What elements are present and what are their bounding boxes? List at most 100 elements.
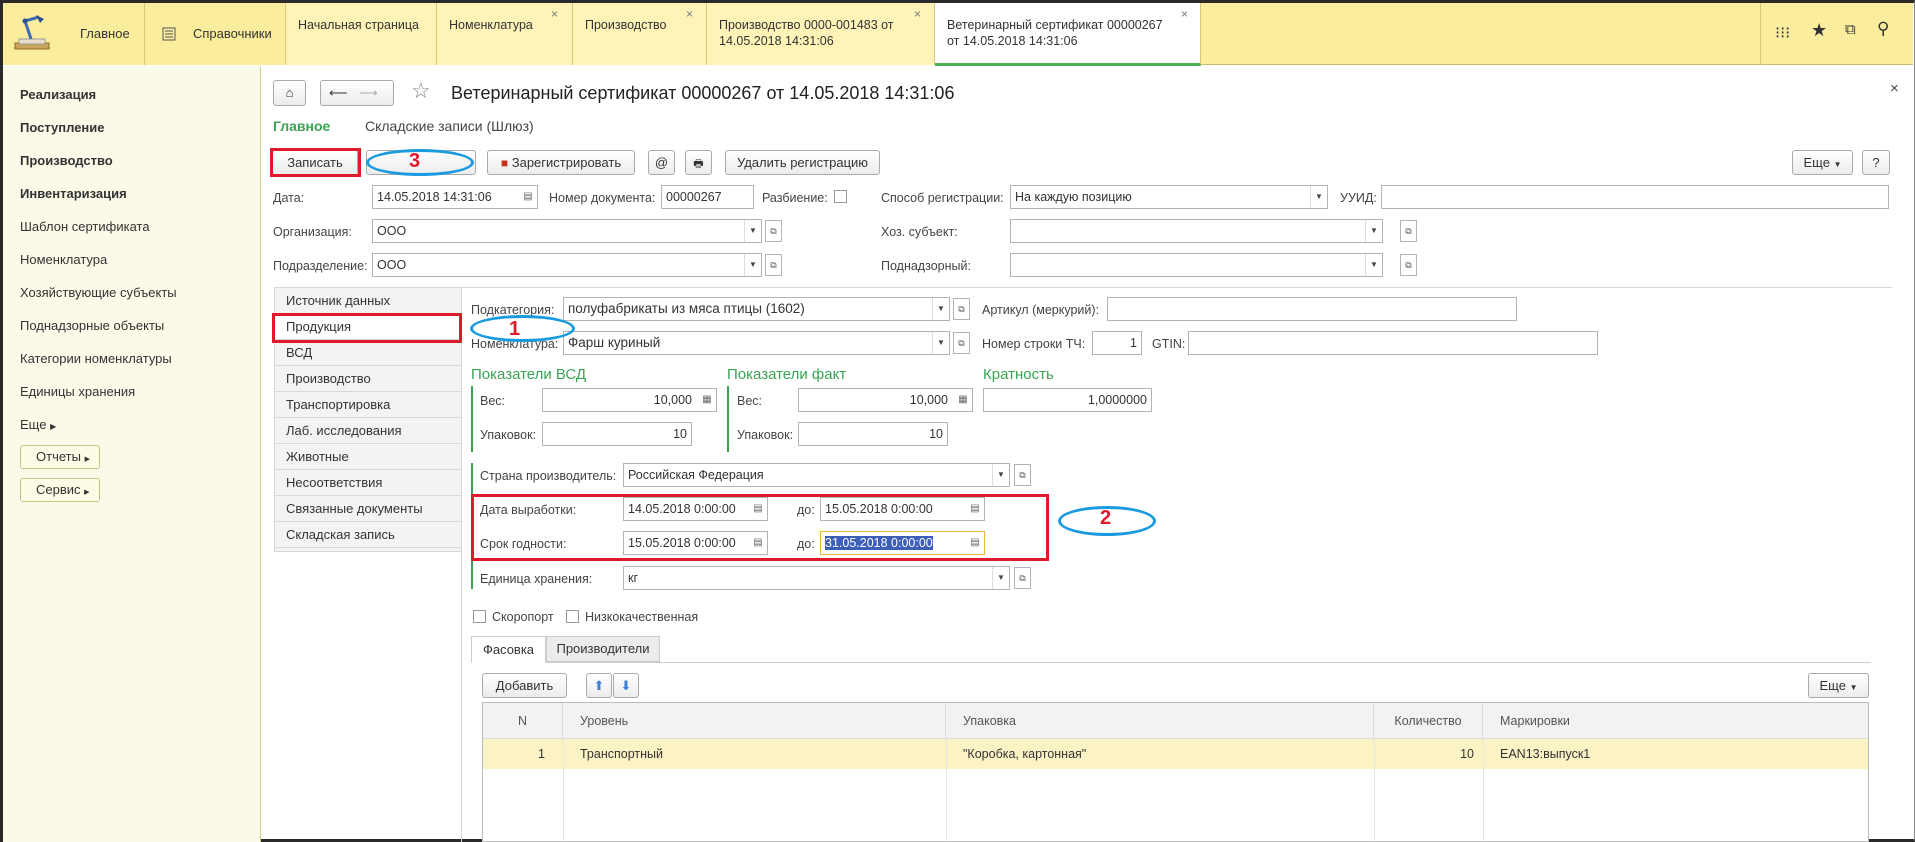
fact-packs-input[interactable]: 10 (798, 422, 948, 446)
uuid-input[interactable] (1381, 185, 1889, 209)
supervised-select[interactable]: ▼ (1010, 253, 1383, 277)
add-button[interactable]: Добавить (482, 673, 567, 698)
multiplicity-input[interactable]: 1,0000000 (983, 388, 1152, 412)
sidebar-item-sales[interactable]: Реализация (20, 87, 96, 102)
open-icon[interactable]: ⧉ (1014, 567, 1031, 589)
chevron-down-icon[interactable]: ▼ (1365, 254, 1382, 276)
open-icon[interactable]: ⧉ (1400, 254, 1417, 276)
reports-button[interactable]: Отчеты ▶ (20, 445, 100, 469)
tab-lab-tests[interactable]: Лаб. исследования (275, 418, 461, 444)
chevron-down-icon[interactable]: ▼ (1365, 220, 1382, 242)
col-n[interactable]: N (483, 703, 563, 739)
gtin-input[interactable] (1188, 331, 1598, 355)
tab-data-source[interactable]: Источник данных (275, 288, 461, 314)
nav-main-link[interactable]: Главное (273, 118, 330, 134)
section-refs[interactable]: Справочники (145, 3, 286, 65)
close-icon[interactable]: × (551, 7, 558, 21)
grid-more-button[interactable]: Еще ▼ (1808, 673, 1869, 698)
sidebar-item-more[interactable]: Еще ▶ (20, 417, 56, 432)
favorite-star-icon[interactable]: ☆ (411, 78, 431, 104)
history-icon[interactable]: ⧉ (1845, 21, 1856, 38)
open-icon[interactable]: ⧉ (765, 254, 782, 276)
tab-production-doc[interactable]: Производство 0000-001483 от 14.05.2018 1… (707, 3, 935, 65)
forward-arrow-icon[interactable]: ⟶ (359, 81, 378, 104)
vsd-weight-input[interactable]: 10,000 ▦ (542, 388, 717, 412)
unit-select[interactable]: кг ▼ (623, 566, 1010, 590)
col-pack[interactable]: Упаковка (946, 703, 1374, 739)
fact-weight-input[interactable]: 10,000 ▦ (798, 388, 973, 412)
help-button[interactable]: ? (1862, 150, 1890, 175)
docnum-input[interactable]: 00000267 (661, 185, 754, 209)
col-qty[interactable]: Количество (1374, 703, 1483, 739)
section-main[interactable]: Главное (3, 3, 145, 65)
calculator-icon[interactable]: ▦ (954, 389, 972, 411)
close-icon[interactable]: × (914, 7, 921, 21)
tab-production[interactable]: Производство × (573, 3, 707, 65)
favorites-icon[interactable]: ★ (1811, 20, 1827, 41)
tab-nonconformities[interactable]: Несоответствия (275, 470, 461, 496)
chevron-down-icon[interactable]: ▼ (932, 298, 949, 320)
open-icon[interactable]: ⧉ (1014, 464, 1031, 486)
tab-vsd[interactable]: ВСД (275, 340, 461, 366)
sidebar-item-nomenclature-categories[interactable]: Категории номенклатуры (20, 351, 172, 366)
col-level[interactable]: Уровень (563, 703, 946, 739)
sidebar-item-business-entities[interactable]: Хозяйствующие субъекты (20, 285, 177, 300)
close-icon[interactable]: × (1181, 7, 1188, 21)
sidebar-item-inventory[interactable]: Инвентаризация (20, 186, 127, 201)
table-row[interactable]: 1 Транспортный "Коробка, картонная" 10 E… (483, 739, 1868, 769)
tab-producers[interactable]: Производители (546, 636, 660, 662)
print-button[interactable]: 🖶 (685, 150, 712, 175)
email-button[interactable]: @ (648, 150, 675, 175)
tab-transport[interactable]: Транспортировка (275, 392, 461, 418)
nomenclature-select[interactable]: Фарш куриный ▼ (563, 331, 950, 355)
col-marks[interactable]: Маркировки (1483, 703, 1868, 739)
chevron-down-icon[interactable]: ▼ (1310, 186, 1327, 208)
tab-nomenclature[interactable]: Номенклатура × (437, 3, 573, 65)
tab-animals[interactable]: Животные (275, 444, 461, 470)
chevron-down-icon[interactable]: ▼ (932, 332, 949, 354)
open-icon[interactable]: ⧉ (1400, 220, 1417, 242)
tab-home-page[interactable]: Начальная страница (286, 3, 437, 65)
register-button[interactable]: ■ Зарегистрировать (487, 150, 635, 175)
split-checkbox[interactable] (834, 190, 847, 203)
chevron-down-icon[interactable]: ▼ (992, 464, 1009, 486)
chevron-down-icon[interactable]: ▼ (992, 567, 1009, 589)
tab-related-docs[interactable]: Связанные документы (275, 496, 461, 522)
nav-warehouse-link[interactable]: Складские записи (Шлюз) (365, 118, 534, 134)
back-arrow-icon[interactable]: ⟵ (329, 81, 348, 104)
tab-side-production[interactable]: Производство (275, 366, 461, 392)
regmethod-select[interactable]: На каждую позицию ▼ (1010, 185, 1328, 209)
subject-select[interactable]: ▼ (1010, 219, 1383, 243)
org-select[interactable]: ООО ▼ (372, 219, 762, 243)
calendar-icon[interactable]: ▤ (519, 186, 537, 208)
search-icon[interactable]: ⚲ (1877, 19, 1889, 39)
subcategory-select[interactable]: полуфабрикаты из мяса птицы (1602) ▼ (563, 297, 950, 321)
sidebar-item-cert-template[interactable]: Шаблон сертификата (20, 219, 150, 234)
row-number-input[interactable]: 1 (1092, 331, 1142, 355)
service-button[interactable]: Сервис ▶ (20, 478, 100, 502)
sidebar-item-supervised-objects[interactable]: Поднадзорные объекты (20, 318, 164, 333)
calculator-icon[interactable]: ▦ (698, 389, 716, 411)
article-input[interactable] (1107, 297, 1517, 321)
chevron-down-icon[interactable]: ▼ (744, 220, 761, 242)
more-button[interactable]: Еще ▼ (1792, 150, 1853, 175)
tab-warehouse-record[interactable]: Складская запись (275, 522, 461, 548)
date-input[interactable]: 14.05.2018 14:31:06 ▤ (372, 185, 538, 209)
sidebar-item-storage-units[interactable]: Единицы хранения (20, 384, 135, 399)
open-icon[interactable]: ⧉ (953, 298, 970, 320)
close-icon[interactable]: × (686, 7, 693, 21)
move-up-icon[interactable]: ⬆ (586, 673, 612, 698)
sidebar-item-nomenclature[interactable]: Номенклатура (20, 252, 107, 267)
close-form-icon[interactable]: × (1890, 80, 1899, 97)
sidebar-item-receipts[interactable]: Поступление (20, 120, 105, 135)
perishable-checkbox[interactable] (473, 610, 486, 623)
tab-packing[interactable]: Фасовка (471, 636, 546, 663)
chevron-down-icon[interactable]: ▼ (744, 254, 761, 276)
tab-vet-certificate[interactable]: Ветеринарный сертификат 00000267 от 14.0… (935, 3, 1201, 66)
sidebar-item-production[interactable]: Производство (20, 153, 113, 168)
delete-registration-button[interactable]: Удалить регистрацию (725, 150, 880, 175)
lowquality-checkbox[interactable] (566, 610, 579, 623)
move-down-icon[interactable]: ⬇ (613, 673, 639, 698)
open-icon[interactable]: ⧉ (765, 220, 782, 242)
vsd-packs-input[interactable]: 10 (542, 422, 692, 446)
